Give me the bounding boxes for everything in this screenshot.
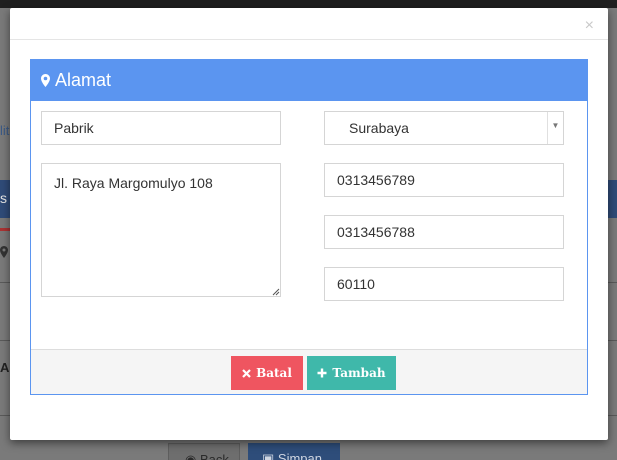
background-text-fragment: lit — [0, 123, 10, 138]
background-divider-right — [607, 415, 617, 416]
background-divider — [0, 415, 10, 416]
save-button: ▣ Simpan — [248, 443, 340, 460]
background-tab-indicator — [0, 228, 10, 231]
panel-heading: Alamat — [31, 60, 587, 101]
background-divider-right — [607, 340, 617, 341]
add-button-label: Tambah — [332, 366, 386, 380]
panel-title: Alamat — [55, 70, 112, 90]
phone-input[interactable] — [324, 163, 564, 197]
close-icon[interactable]: × — [585, 18, 594, 34]
background-map-marker-icon — [0, 246, 8, 261]
postal-code-input[interactable] — [324, 267, 564, 301]
back-arrow-icon: ◉ — [185, 452, 197, 460]
background-heading-fragment: s — [0, 190, 7, 206]
street-address-textarea[interactable]: Jl. Raya Margomulyo 108 — [41, 163, 281, 297]
background-divider — [0, 282, 10, 283]
chevron-down-icon[interactable]: ▼ — [547, 112, 563, 144]
top-bar — [0, 0, 617, 8]
times-icon — [242, 368, 251, 378]
panel-body: Surabaya ▼ Jl. Raya Margomulyo 108 — [31, 101, 587, 349]
city-select-value: Surabaya — [349, 120, 409, 136]
cancel-button[interactable]: Batal — [231, 356, 303, 390]
fax-input[interactable] — [324, 215, 564, 249]
address-panel: Alamat Surabaya ▼ Jl. Raya Margomulyo 10… — [30, 59, 588, 395]
background-divider-right — [607, 282, 617, 283]
back-button: ◉ Back — [168, 443, 240, 460]
cancel-button-label: Batal — [256, 366, 292, 380]
background-divider — [0, 340, 10, 341]
plus-icon — [317, 368, 327, 378]
map-marker-icon — [41, 74, 50, 87]
back-button-label: Back — [199, 452, 229, 460]
add-button[interactable]: Tambah — [307, 356, 396, 390]
address-modal: × Alamat Surabaya ▼ Jl. Raya Margomulyo … — [10, 8, 608, 440]
modal-header: × — [10, 8, 608, 40]
floppy-disk-icon: ▣ — [262, 451, 275, 460]
save-button-label: Simpan — [277, 451, 322, 460]
background-panel-header-right — [607, 180, 617, 218]
resize-handle-icon[interactable] — [272, 288, 280, 296]
panel-footer: Batal Tambah — [31, 349, 587, 394]
address-name-input[interactable] — [41, 111, 281, 145]
city-select[interactable]: Surabaya ▼ — [324, 111, 564, 145]
